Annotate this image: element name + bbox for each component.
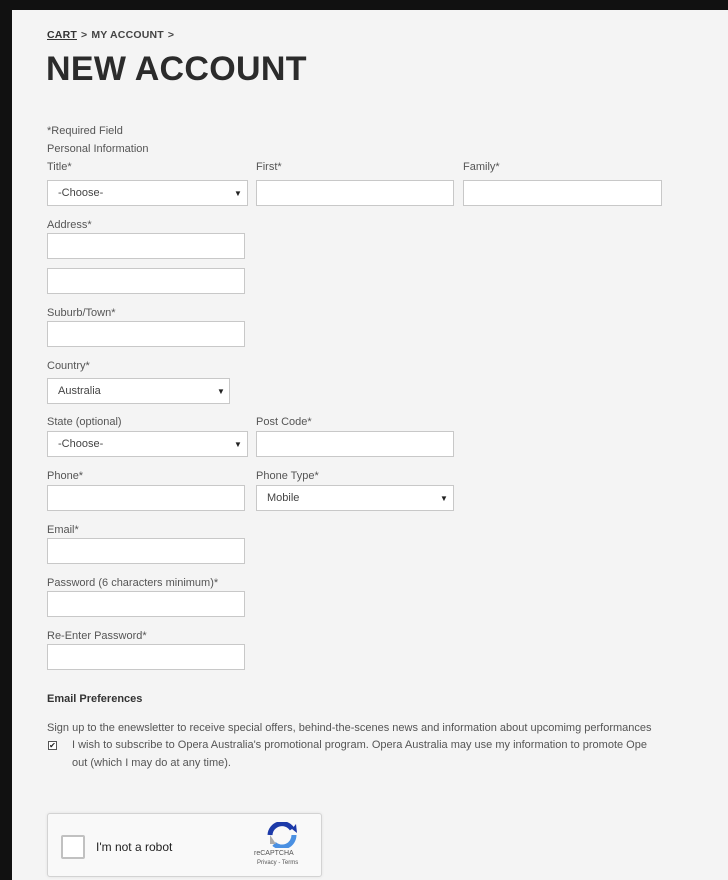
country-select-value: Australia bbox=[58, 385, 101, 397]
state-select-value: -Choose- bbox=[58, 438, 104, 450]
enewsletter-description: Sign up to the enewsletter to receive sp… bbox=[47, 722, 652, 734]
check-icon: ✔ bbox=[49, 741, 56, 750]
email-preferences-heading: Email Preferences bbox=[47, 693, 143, 705]
family-name-field[interactable] bbox=[463, 180, 662, 206]
chevron-down-icon: ▼ bbox=[234, 189, 242, 198]
subscribe-text-line1: I wish to subscribe to Opera Australia's… bbox=[72, 739, 647, 751]
breadcrumb-my-account[interactable]: MY ACCOUNT bbox=[91, 29, 164, 41]
first-name-field[interactable] bbox=[256, 180, 454, 206]
reenter-password-label: Re-Enter Password* bbox=[47, 630, 147, 642]
title-label: Title* bbox=[47, 161, 72, 173]
phone-label: Phone* bbox=[47, 470, 84, 482]
title-select[interactable]: -Choose- ▼ bbox=[47, 180, 248, 206]
reenter-password-field[interactable] bbox=[47, 644, 245, 670]
state-label: State (optional) bbox=[47, 416, 122, 428]
page-title: NEW ACCOUNT bbox=[46, 50, 307, 88]
phone-type-select-value: Mobile bbox=[267, 492, 300, 504]
address-label: Address* bbox=[47, 219, 92, 231]
phone-type-select[interactable]: Mobile ▼ bbox=[256, 485, 454, 511]
family-name-label: Family* bbox=[463, 161, 500, 173]
password-label: Password (6 characters minimum)* bbox=[47, 577, 219, 589]
recaptcha-checkbox[interactable] bbox=[61, 835, 85, 859]
breadcrumb-cart-link[interactable]: CART bbox=[47, 29, 77, 41]
chevron-down-icon: ▼ bbox=[217, 387, 225, 396]
address-line2-field[interactable] bbox=[47, 268, 245, 294]
first-name-label: First* bbox=[256, 161, 282, 173]
breadcrumb: CART > MY ACCOUNT > bbox=[47, 29, 178, 41]
suburb-field[interactable] bbox=[47, 321, 245, 347]
breadcrumb-separator: > bbox=[80, 29, 88, 41]
country-select[interactable]: Australia ▼ bbox=[47, 378, 230, 404]
country-label: Country* bbox=[47, 360, 90, 372]
password-field[interactable] bbox=[47, 591, 245, 617]
recaptcha-icon bbox=[267, 822, 297, 848]
subscribe-text-line2: out (which I may do at any time). bbox=[72, 757, 231, 769]
personal-information-heading: Personal Information bbox=[47, 143, 149, 155]
recaptcha-label: I'm not a robot bbox=[96, 840, 173, 854]
chevron-down-icon: ▼ bbox=[440, 494, 448, 503]
chevron-down-icon: ▼ bbox=[234, 440, 242, 449]
suburb-label: Suburb/Town* bbox=[47, 307, 116, 319]
required-field-note: *Required Field bbox=[47, 125, 123, 137]
recaptcha-links[interactable]: Privacy - Terms bbox=[257, 860, 298, 866]
breadcrumb-separator: > bbox=[167, 29, 175, 41]
email-field[interactable] bbox=[47, 538, 245, 564]
recaptcha-brand: reCAPTCHA bbox=[254, 850, 294, 857]
postcode-label: Post Code* bbox=[256, 416, 312, 428]
recaptcha-widget: I'm not a robot reCAPTCHA Privacy - Term… bbox=[47, 813, 322, 877]
title-select-value: -Choose- bbox=[58, 187, 104, 199]
page: CART > MY ACCOUNT > NEW ACCOUNT *Required F… bbox=[12, 10, 728, 880]
state-select[interactable]: -Choose- ▼ bbox=[47, 431, 248, 457]
phone-type-label: Phone Type* bbox=[256, 470, 319, 482]
email-label: Email* bbox=[47, 524, 79, 536]
address-line1-field[interactable] bbox=[47, 233, 245, 259]
phone-field[interactable] bbox=[47, 485, 245, 511]
postcode-field[interactable] bbox=[256, 431, 454, 457]
subscribe-checkbox[interactable]: ✔ bbox=[48, 741, 57, 750]
